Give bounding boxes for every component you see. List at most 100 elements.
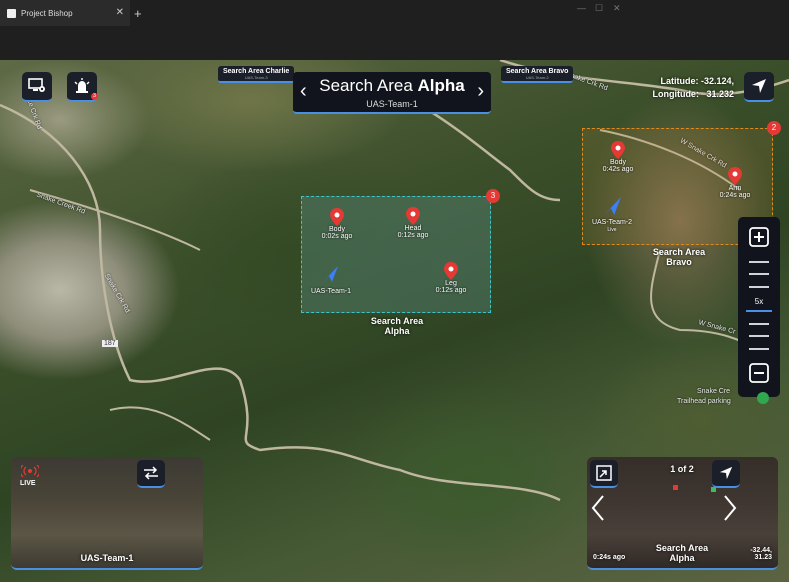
title-prefix: Search Area [319, 76, 413, 95]
open-gallery-button[interactable] [590, 460, 618, 488]
marker-time: 0:24s ago [719, 192, 751, 199]
marker-leg-alpha[interactable]: Leg 0:12s ago [431, 262, 471, 294]
area-label-bravo: Search Area Bravo [644, 247, 714, 267]
detection-area-line: Alpha [669, 553, 695, 563]
marker-time: 0:12s ago [397, 232, 429, 239]
marker-arm-bravo[interactable]: Arm 0:24s ago [715, 167, 755, 199]
map-pin-icon [406, 207, 420, 225]
map-pin-icon [330, 208, 344, 226]
team-status: Live [607, 227, 617, 233]
alpha-count-badge: 3 [486, 189, 500, 203]
road-label: Snake Cre [697, 388, 731, 395]
zoom-in-button[interactable] [746, 225, 772, 249]
marker-name: Arm [728, 185, 742, 192]
minus-icon [749, 363, 769, 383]
marker-body-bravo[interactable]: Body 0:42s ago [598, 141, 638, 173]
area-label-line: Search [370, 316, 401, 326]
area-label-line: Search Area [652, 247, 706, 257]
live-broadcast-icon [21, 465, 39, 477]
tab-label: Search Area Bravo [506, 68, 569, 75]
tab-title: Project Bishop [21, 8, 73, 18]
browser-titlebar: Project Bishop ✕ + — ☐ ✕ [0, 0, 789, 60]
header-team: UAS-Team-1 [366, 99, 418, 109]
maximize-button[interactable]: ☐ [595, 3, 603, 14]
map-pin-icon [728, 167, 742, 185]
area-label-line: Bravo [666, 257, 692, 267]
chevron-left-icon[interactable] [591, 495, 605, 521]
latitude-value: -32.124, [700, 76, 734, 86]
latitude-label: Latitude: [660, 76, 699, 86]
page-title: Search Area Alpha [293, 76, 491, 96]
bravo-count-badge: 2 [767, 121, 781, 135]
area-label-line: Alpha [384, 326, 410, 336]
navigation-arrow-icon [719, 466, 733, 480]
marker-name: Body [610, 159, 626, 166]
window-close-button[interactable]: ✕ [613, 3, 621, 14]
locate-detection-button[interactable] [712, 460, 740, 488]
team-name: UAS-Team-2 [591, 219, 633, 226]
zoom-tick [749, 323, 769, 325]
area-label-line: Area [403, 316, 424, 326]
detection-coords: -32.44, 31.23 [750, 547, 772, 561]
new-tab-button[interactable]: + [134, 6, 142, 21]
team-label-uas-2: UAS-Team-2 Live [584, 219, 640, 233]
detection-area-line: Search Area [655, 543, 709, 553]
monitor-settings-button[interactable] [22, 72, 52, 102]
gallery-counter: 1 of 2 [670, 464, 694, 474]
tab-sublabel: UAS-Team-3 [244, 75, 268, 80]
title-area-name: Alpha [417, 76, 465, 95]
marker-body-alpha[interactable]: Body 0:02s ago [317, 208, 357, 240]
route-shield: 187 [102, 340, 118, 347]
locate-button[interactable] [744, 72, 774, 102]
live-feed-uas-team-1[interactable]: LIVE UAS-Team-1 [11, 457, 203, 570]
navigation-arrow-icon [752, 79, 766, 93]
parking-poi-icon[interactable] [757, 392, 769, 404]
browser-tab[interactable]: Project Bishop ✕ [0, 0, 130, 26]
search-area-header: ‹ Search Area Alpha UAS-Team-1 › [293, 72, 491, 114]
coordinates-readout: Latitude: -32.124, Longitude: 31.232 [652, 75, 734, 101]
page-icon [7, 8, 16, 18]
drone-uas-team-2-icon[interactable] [602, 196, 622, 216]
plus-icon [749, 227, 769, 247]
zoom-out-button[interactable] [746, 361, 772, 385]
road-label: Trailhead parking [677, 398, 731, 405]
team-label-uas-1: UAS-Team-1 [310, 288, 352, 295]
marker-head-alpha[interactable]: Head 0:12s ago [393, 207, 433, 239]
longitude-label: Longitude: [652, 89, 699, 99]
zoom-slider-handle[interactable] [746, 310, 772, 312]
detection-time: 0:24s ago [593, 554, 626, 561]
swap-feed-button[interactable] [137, 460, 165, 488]
detection-coord-lat: -32.44, [750, 547, 772, 554]
swap-arrows-icon [144, 466, 158, 480]
zoom-tick [749, 286, 769, 288]
longitude-value: 31.232 [706, 89, 734, 99]
marker-name: Head [404, 225, 422, 232]
monitor-settings-icon [28, 78, 45, 92]
marker-time: 0:42s ago [602, 166, 634, 173]
tab-label: Search Area Charlie [223, 68, 290, 75]
zoom-tick [749, 261, 769, 263]
alarm-badge: 3 [91, 93, 98, 100]
detection-area: Search Area Alpha [647, 543, 717, 563]
drone-uas-team-1-icon[interactable] [321, 265, 339, 283]
feed-title: UAS-Team-1 [80, 553, 134, 563]
tab-close-icon[interactable]: ✕ [116, 7, 124, 18]
marker-time: 0:12s ago [435, 287, 467, 294]
zoom-level-label: 5x [754, 297, 764, 306]
detection-gallery[interactable]: 1 of 2 0:24s ago Search Area Alpha -32.4… [587, 457, 778, 570]
minimize-button[interactable]: — [577, 3, 586, 13]
detection-coord-lon: 31.23 [754, 554, 772, 561]
open-window-icon [596, 465, 612, 481]
alarm-button[interactable]: 3 [67, 72, 98, 102]
tab-search-area-bravo[interactable]: Search Area Bravo UAS-Team-2 [501, 66, 574, 83]
area-label-alpha: Search Area Alpha [362, 316, 432, 336]
chevron-right-icon[interactable] [723, 495, 737, 521]
marker-time: 0:02s ago [321, 233, 353, 240]
satellite-map[interactable]: Snake Crk Rd W Snake Crk Rd Snake Crk Rd… [0, 60, 789, 582]
map-pin-icon [611, 141, 625, 159]
tab-search-area-charlie[interactable]: Search Area Charlie UAS-Team-3 [218, 66, 295, 83]
next-area-button[interactable]: › [477, 80, 484, 103]
marker-name: Leg [445, 280, 457, 287]
live-label: LIVE [20, 480, 36, 487]
marker-name: Body [329, 226, 345, 233]
